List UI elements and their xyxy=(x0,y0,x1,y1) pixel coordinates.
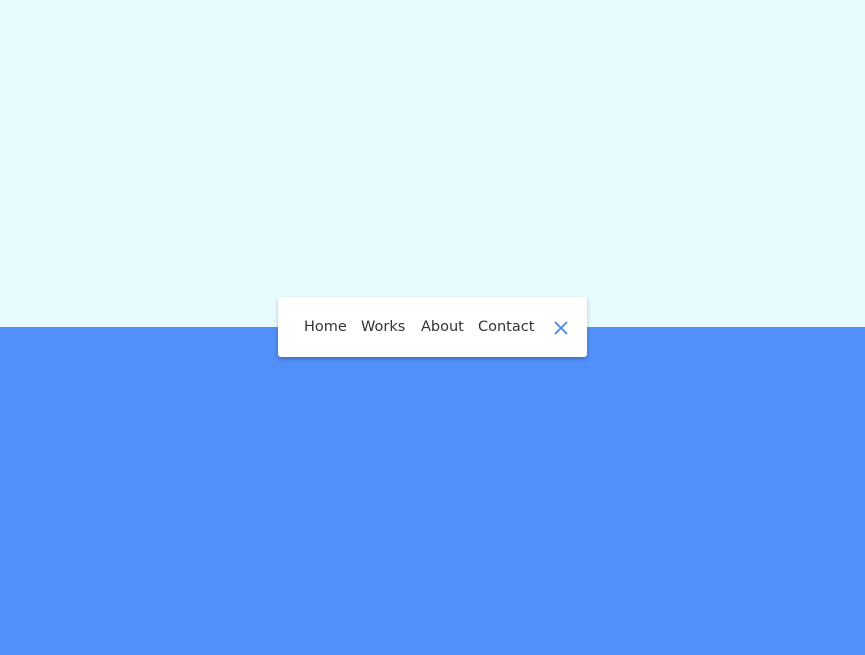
nav-link-contact[interactable]: Contact xyxy=(478,319,534,335)
nav-link-home[interactable]: Home xyxy=(304,319,347,335)
bottom-section xyxy=(0,327,865,655)
top-section xyxy=(0,0,865,327)
nav-link-works[interactable]: Works xyxy=(361,319,405,335)
close-icon[interactable] xyxy=(554,320,568,335)
nav-menu: Home Works About Contact xyxy=(278,297,587,357)
nav-link-about[interactable]: About xyxy=(421,319,464,335)
